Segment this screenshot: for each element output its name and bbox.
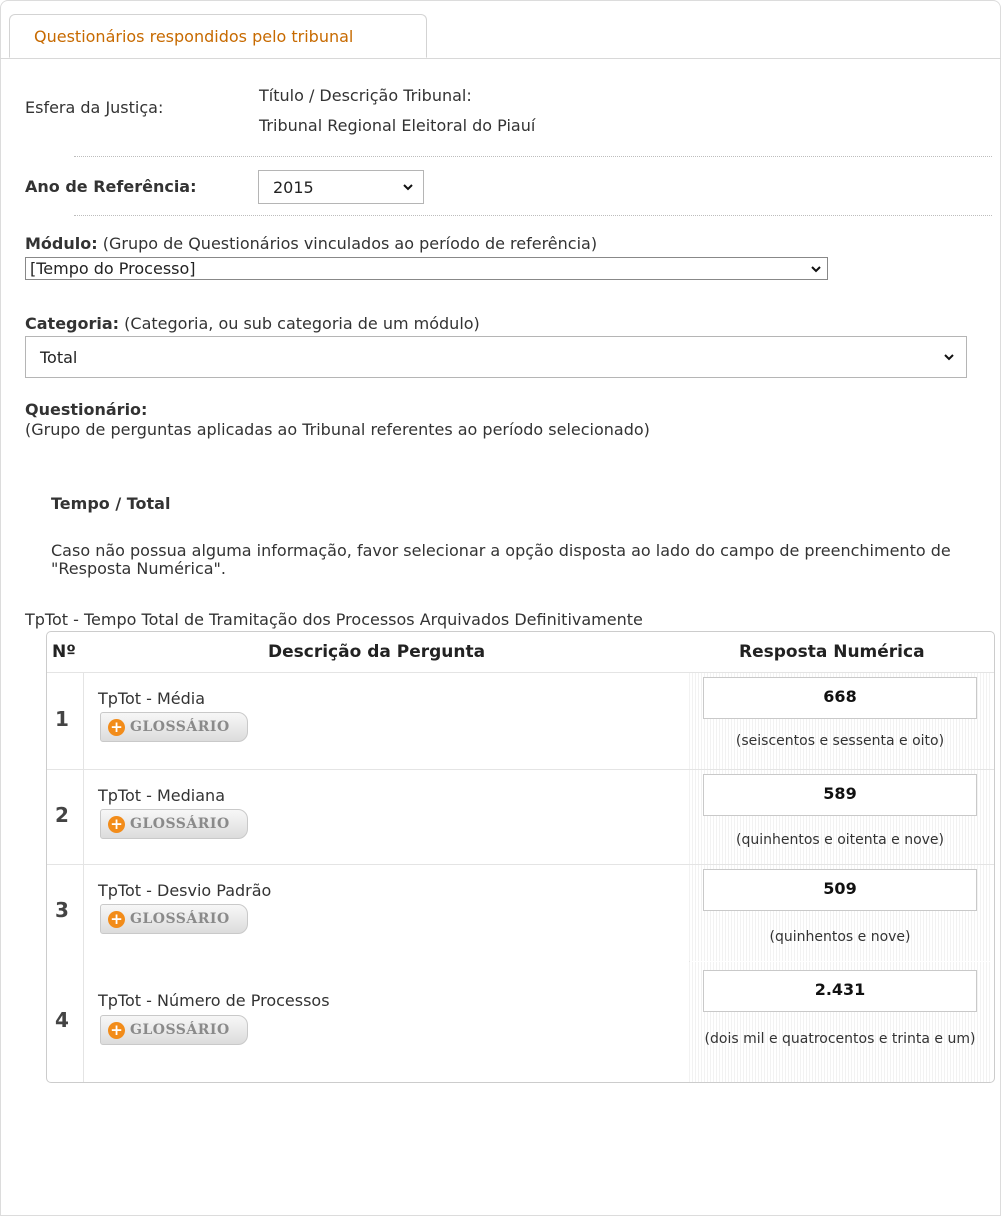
glossario-label: GLOSSÁRIO [130, 911, 230, 927]
ano-label: Ano de Referência: [25, 177, 197, 196]
table-caption: TpTot - Tempo Total de Tramitação dos Pr… [25, 610, 643, 629]
glossario-label: GLOSSÁRIO [130, 816, 230, 832]
chevron-down-icon [811, 266, 821, 273]
categoria-select[interactable]: Total [25, 336, 967, 378]
modulo-label: Módulo: [25, 234, 98, 253]
plus-circle-icon: + [108, 719, 125, 736]
titulo-label: Título / Descrição Tribunal: [259, 86, 472, 105]
tab-bar: Questionários respondidos pelo tribunal [0, 12, 1001, 59]
glossario-label: GLOSSÁRIO [130, 719, 230, 735]
column-divider [83, 672, 84, 1082]
tab-questionarios[interactable]: Questionários respondidos pelo tribunal [9, 14, 427, 58]
chevron-down-icon [944, 354, 954, 361]
question-text: TpTot - Desvio Padrão [98, 881, 272, 900]
answer-extenso: (seiscentos e sessenta e oito) [735, 733, 945, 749]
categoria-hint: (Categoria, ou sub categoria de um módul… [124, 314, 480, 333]
row-number: 4 [55, 1008, 69, 1032]
glossario-button[interactable]: + GLOSSÁRIO [100, 1015, 248, 1045]
glossario-button[interactable]: + GLOSSÁRIO [100, 904, 248, 934]
answer-extenso: (quinhentos e nove) [769, 929, 911, 945]
categoria-select-value: Total [40, 348, 78, 367]
categoria-heading: Categoria: (Categoria, ou sub categoria … [25, 314, 480, 333]
questionario-label: Questionário: [25, 400, 148, 419]
question-text: TpTot - Mediana [98, 786, 225, 805]
glossario-button[interactable]: + GLOSSÁRIO [100, 712, 248, 742]
tribunal-name: Tribunal Regional Eleitoral do Piauí [259, 116, 536, 135]
answer-input[interactable]: 668 [703, 677, 977, 719]
modulo-heading: Módulo: (Grupo de Questionários vinculad… [25, 234, 597, 253]
row-number: 3 [55, 898, 69, 922]
chevron-down-icon [403, 184, 413, 191]
answer-input[interactable]: 509 [703, 869, 977, 911]
categoria-label: Categoria: [25, 314, 120, 333]
answer-extenso: (dois mil e quatrocentos e trinta e um) [704, 1031, 976, 1047]
modulo-hint: (Grupo de Questionários vinculados ao pe… [102, 234, 598, 253]
ano-select[interactable]: 2015 [258, 170, 424, 204]
answer-input[interactable]: 2.431 [703, 970, 977, 1012]
glossario-label: GLOSSÁRIO [130, 1022, 230, 1038]
answer-input[interactable]: 589 [703, 774, 977, 816]
divider [74, 156, 992, 157]
header-desc: Descrição da Pergunta [268, 642, 486, 662]
question-text: TpTot - Número de Processos [98, 991, 330, 1010]
ano-select-value: 2015 [273, 178, 314, 197]
divider [74, 215, 992, 216]
section-note: Caso não possua alguma informação, favor… [51, 541, 951, 578]
row-number: 2 [55, 803, 69, 827]
esfera-label: Esfera da Justiça: [25, 98, 164, 117]
plus-circle-icon: + [108, 816, 125, 833]
plus-circle-icon: + [108, 911, 125, 928]
plus-circle-icon: + [108, 1022, 125, 1039]
row-number: 1 [55, 707, 69, 731]
answer-extenso: (quinhentos e oitenta e nove) [735, 832, 945, 848]
glossario-button[interactable]: + GLOSSÁRIO [100, 809, 248, 839]
modulo-select-value: [Tempo do Processo] [30, 259, 196, 278]
section-title: Tempo / Total [51, 494, 171, 513]
modulo-select[interactable]: [Tempo do Processo] [25, 257, 828, 280]
questionario-hint: (Grupo de perguntas aplicadas ao Tribuna… [25, 420, 650, 439]
question-text: TpTot - Média [98, 689, 206, 708]
header-resp: Resposta Numérica [739, 642, 925, 662]
header-num: Nº [52, 642, 76, 662]
